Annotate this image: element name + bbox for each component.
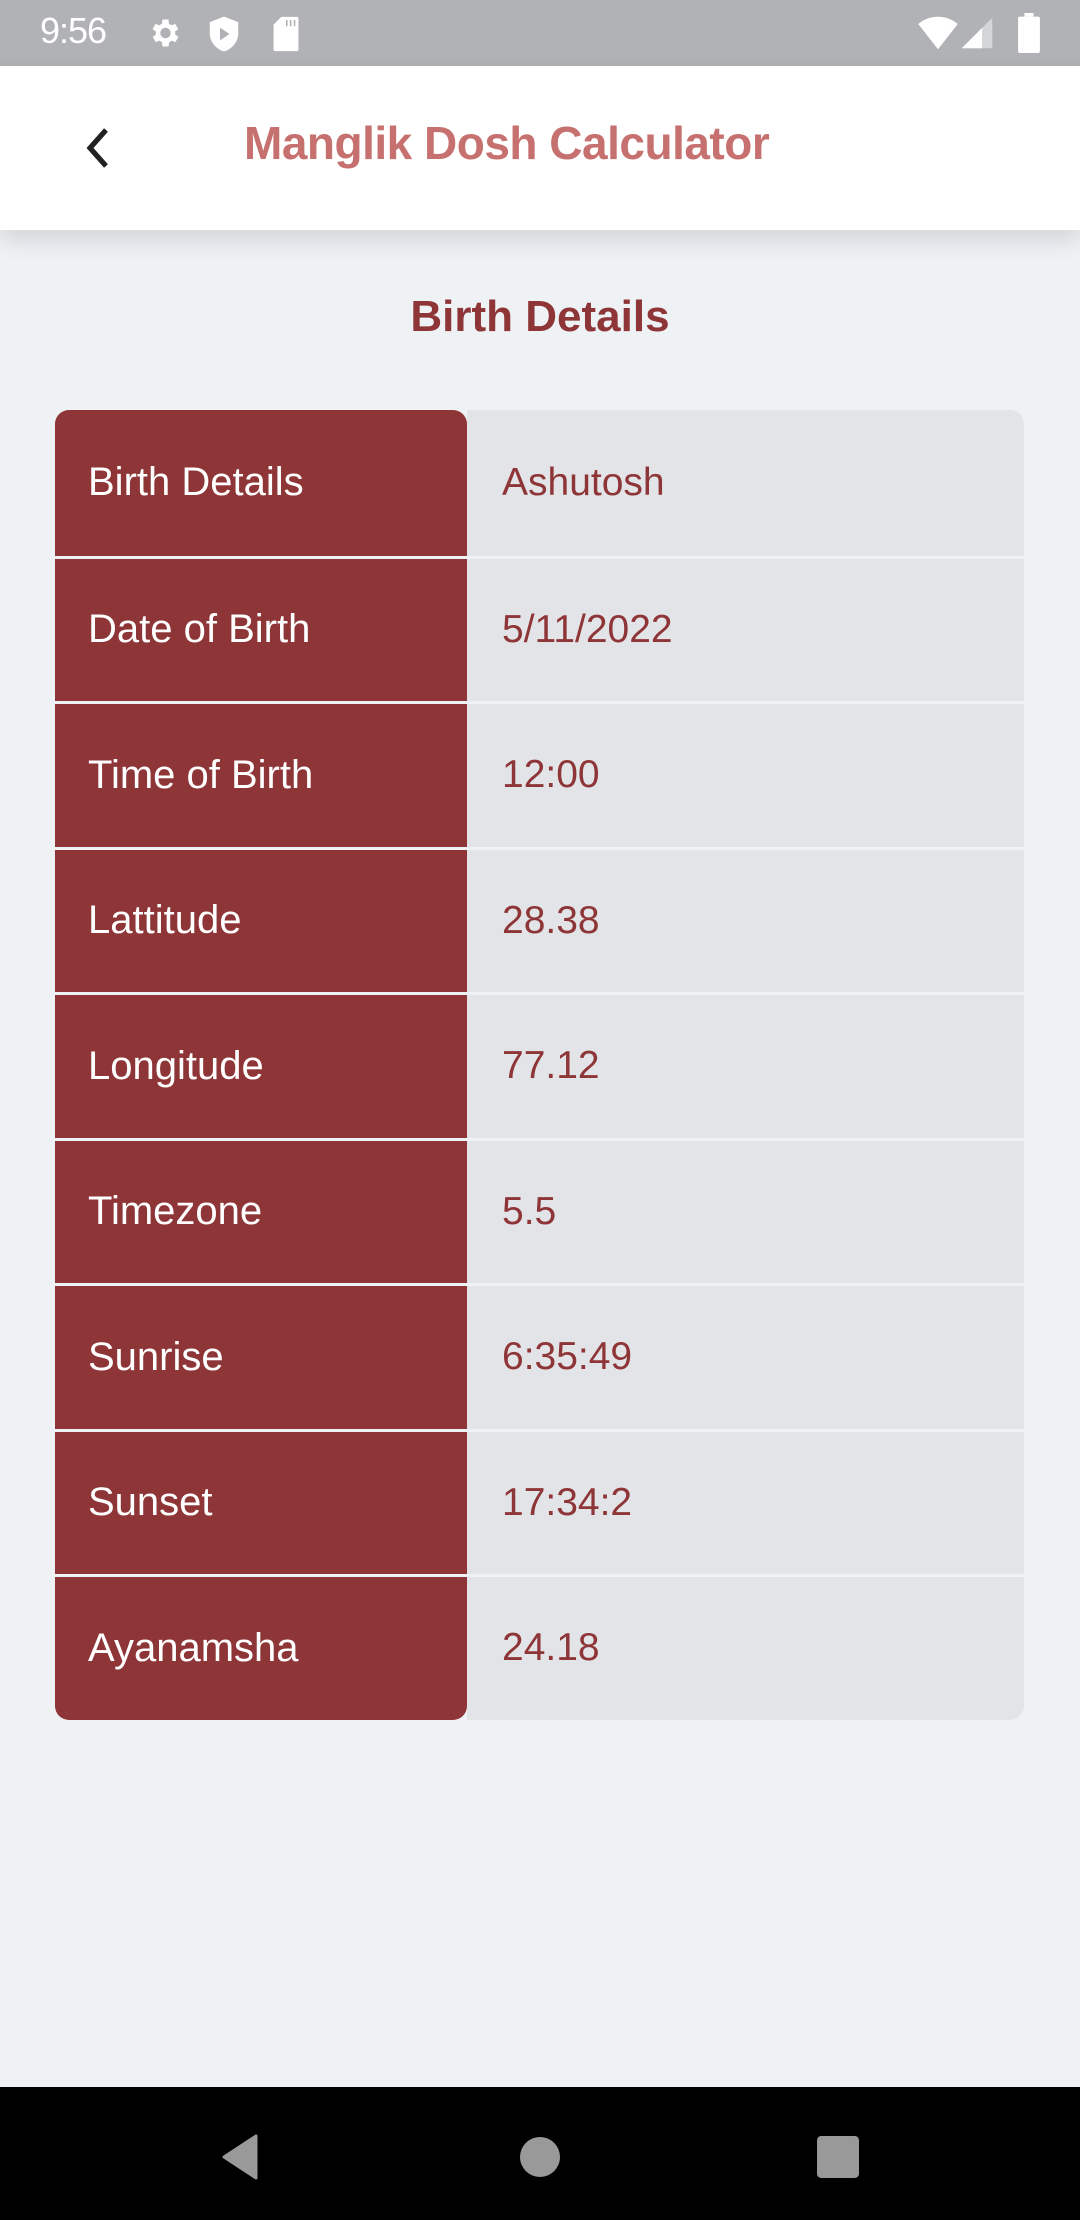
chevron-left-icon (86, 128, 108, 168)
row-value: 5/11/2022 (467, 558, 1024, 701)
sd-card-icon (273, 16, 299, 52)
page-title: Manglik Dosh Calculator (244, 117, 770, 169)
row-label: Lattitude (55, 849, 467, 992)
nav-back-button[interactable] (200, 2117, 280, 2197)
nav-recents-icon (817, 2136, 859, 2178)
row-value: 5.5 (467, 1140, 1024, 1283)
table-row: Longitude 77.12 (55, 992, 1024, 1138)
nav-home-button[interactable] (500, 2117, 580, 2197)
back-button[interactable] (70, 120, 126, 176)
row-value: 28.38 (467, 849, 1024, 992)
table-row: Date of Birth 5/11/2022 (55, 555, 1024, 701)
table-row: Timezone 5.5 (55, 1137, 1024, 1283)
table-row: Birth Details Ashutosh (55, 410, 1024, 556)
row-value: 6:35:49 (467, 1286, 1024, 1429)
section-title: Birth Details (410, 292, 670, 341)
row-label: Sunrise (55, 1286, 467, 1429)
status-time: 9:56 (40, 10, 107, 51)
battery-icon (1018, 13, 1040, 53)
row-value: 24.18 (467, 1577, 1024, 1720)
table-row: Lattitude 28.38 (55, 846, 1024, 992)
nav-back-icon (222, 2134, 258, 2180)
row-label: Ayanamsha (55, 1577, 467, 1720)
nav-home-icon (520, 2137, 560, 2177)
table-row: Sunrise 6:35:49 (55, 1283, 1024, 1429)
row-value: 12:00 (467, 704, 1024, 847)
wifi-icon (918, 16, 958, 50)
nav-recents-button[interactable] (798, 2117, 878, 2197)
row-value: 17:34:2 (467, 1431, 1024, 1574)
row-label: Time of Birth (55, 704, 467, 847)
row-label: Date of Birth (55, 558, 467, 701)
table-row: Time of Birth 12:00 (55, 701, 1024, 847)
birth-details-table: Birth Details Ashutosh Date of Birth 5/1… (55, 410, 1024, 1720)
status-bar: 9:56 (0, 0, 1080, 66)
table-row: Ayanamsha 24.18 (55, 1574, 1024, 1720)
row-label: Longitude (55, 995, 467, 1138)
cell-signal-icon (961, 17, 993, 49)
shield-play-icon (209, 16, 239, 52)
table-row: Sunset 17:34:2 (55, 1428, 1024, 1574)
app-bar: Manglik Dosh Calculator (0, 66, 1080, 230)
row-value: Ashutosh (467, 410, 1024, 556)
gear-icon (152, 19, 179, 47)
row-label: Timezone (55, 1140, 467, 1283)
row-label: Birth Details (55, 410, 467, 556)
system-nav-bar (0, 2087, 1080, 2220)
row-value: 77.12 (467, 995, 1024, 1138)
row-label: Sunset (55, 1431, 467, 1574)
